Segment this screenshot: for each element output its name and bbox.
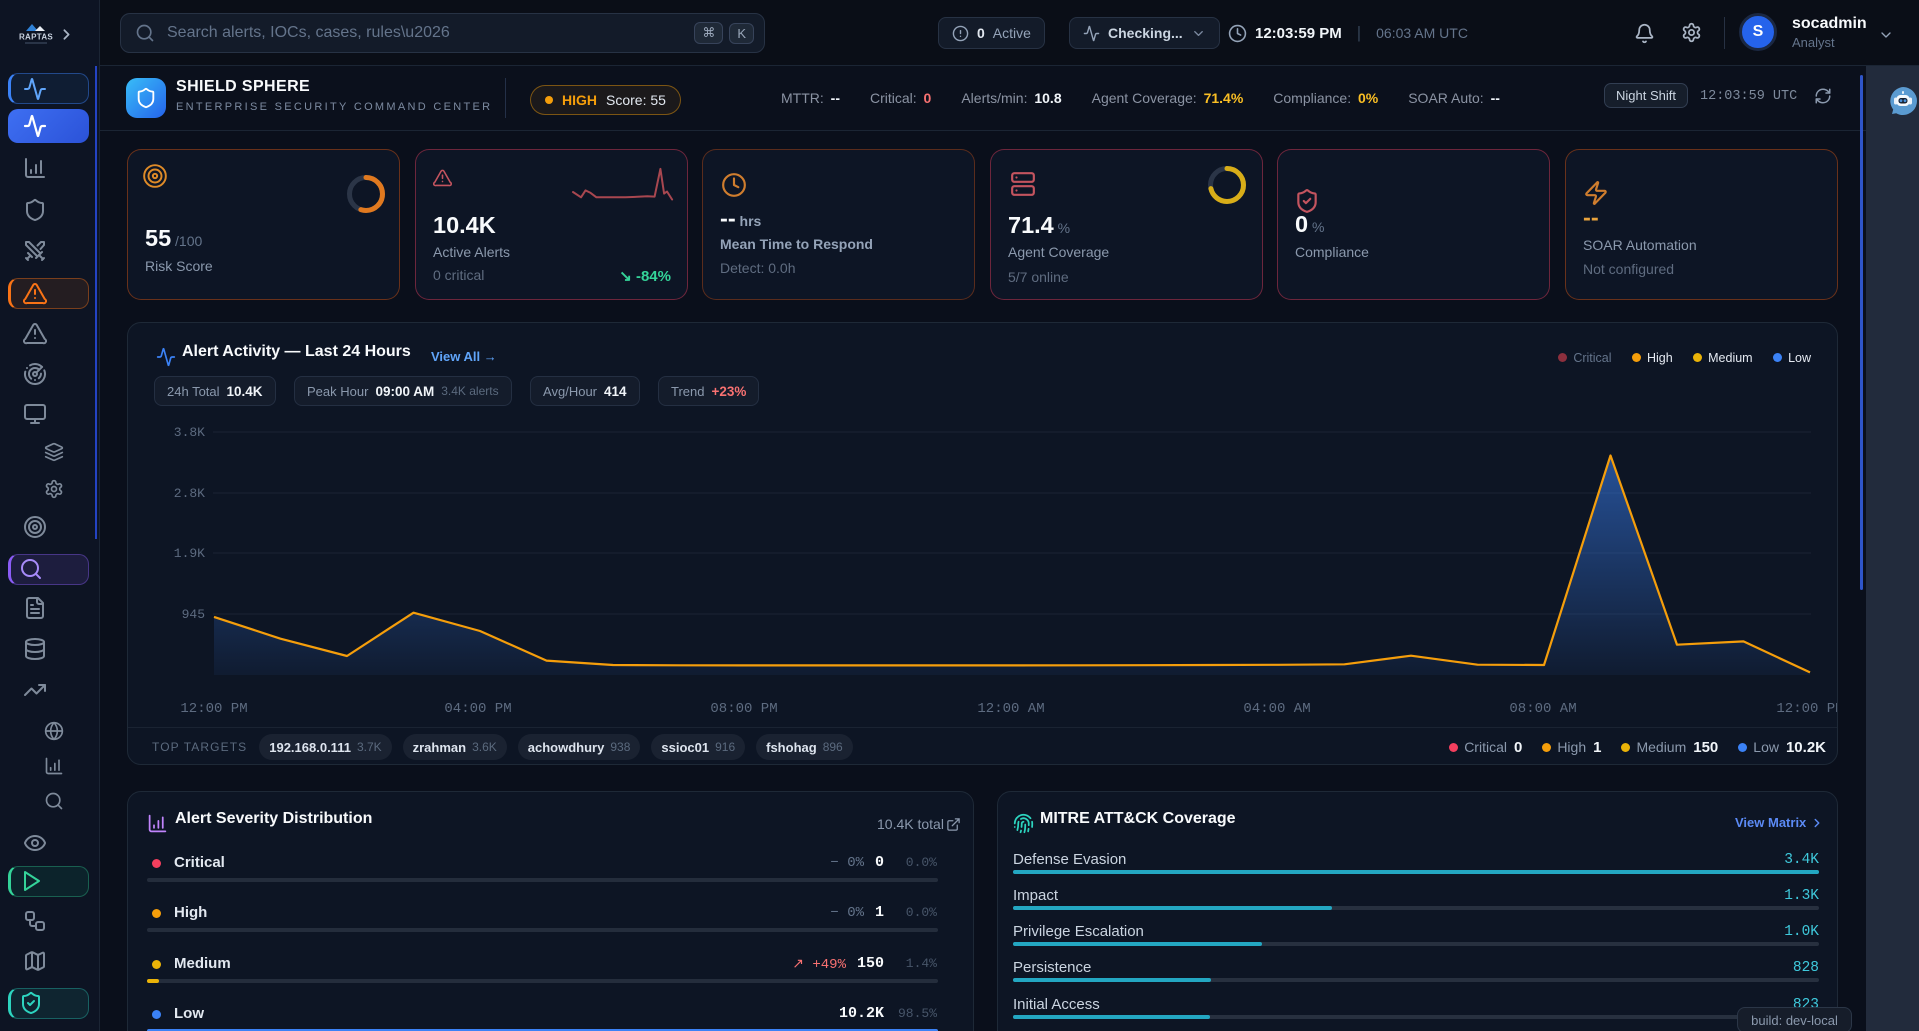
svg-text:04:00 PM: 04:00 PM <box>444 701 511 717</box>
svg-text:08:00 PM: 08:00 PM <box>710 701 777 717</box>
svg-text:2.8K: 2.8K <box>174 486 205 501</box>
svg-text:RAPTAS: RAPTAS <box>19 33 53 42</box>
svg-text:1.9K: 1.9K <box>174 546 205 561</box>
svg-text:3.8K: 3.8K <box>174 425 205 440</box>
svg-text:08:00 AM: 08:00 AM <box>1509 701 1576 717</box>
svg-text:04:00 AM: 04:00 AM <box>1243 701 1310 717</box>
svg-text:12:00 PM: 12:00 PM <box>180 701 247 717</box>
svg-text:945: 945 <box>182 607 205 622</box>
svg-text:12:00 AM: 12:00 AM <box>977 701 1044 717</box>
svg-text:12:00 PM: 12:00 PM <box>1776 701 1838 717</box>
